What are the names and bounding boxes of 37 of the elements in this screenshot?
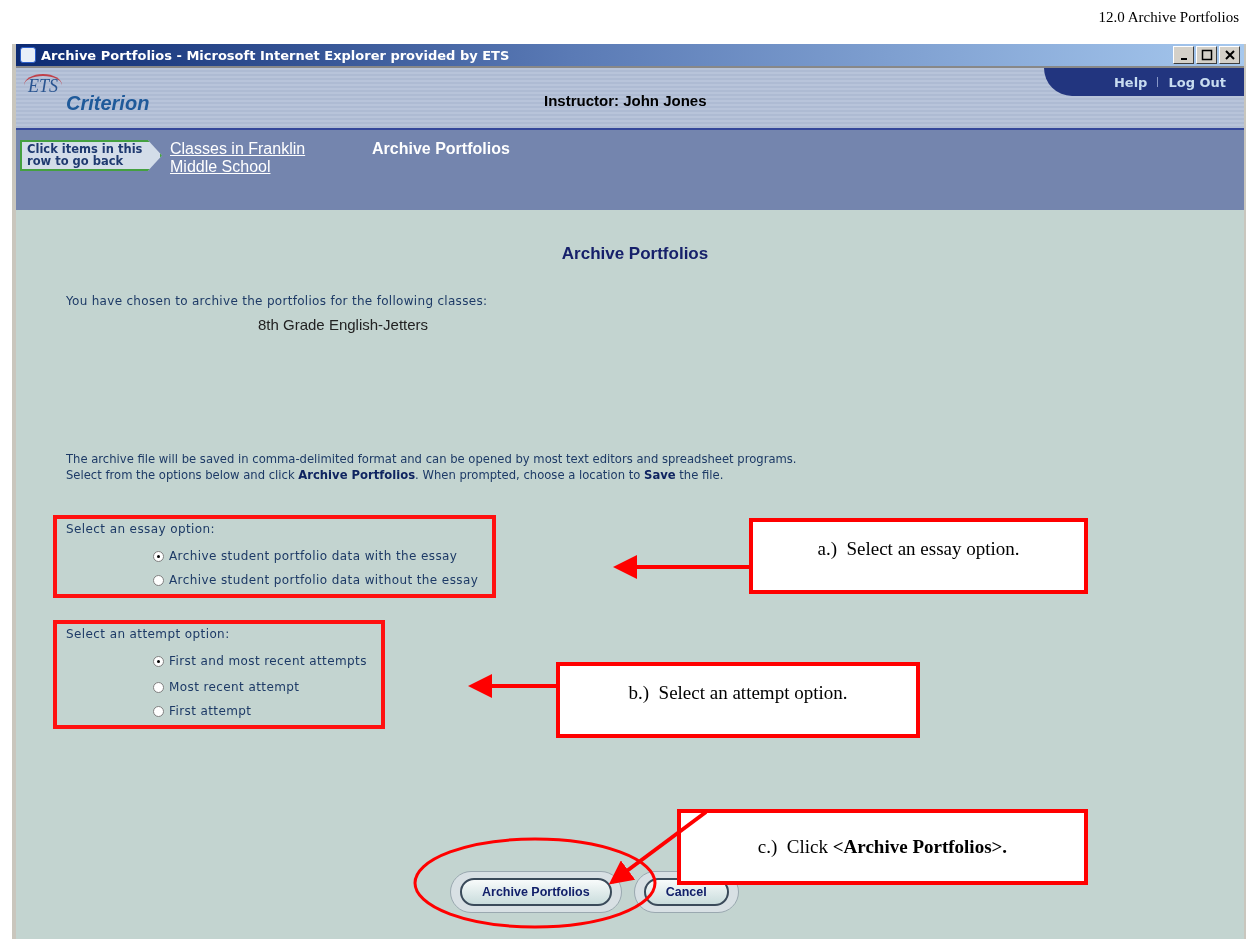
breadcrumb-link[interactable]: Classes in Franklin Middle School (170, 140, 350, 176)
radio-button[interactable] (153, 550, 164, 562)
class-name: 8th Grade English-Jetters (258, 316, 430, 333)
minimize-icon (1180, 58, 1187, 60)
maximize-icon (1200, 49, 1213, 61)
minimize-button[interactable] (1173, 46, 1194, 64)
document-header: 12.0 Archive Portfolios (1098, 9, 1239, 26)
logo-text: Criterion (66, 92, 150, 115)
option-label: Archive student portfolio data with the essay (169, 549, 458, 563)
breadcrumb-current: Archive Portfolios (372, 140, 510, 158)
archive-button[interactable]: Archive Portfolios (460, 878, 612, 906)
radio-button[interactable] (153, 574, 164, 586)
group-label: Select an essay option: (66, 522, 216, 536)
group-label: Select an attempt option: (66, 627, 231, 641)
intro-text: You have chosen to archive the portfolios for the following classes: (66, 294, 489, 308)
window-title: Archive Portfolios - Microsoft Internet Explorer provided by ETS (41, 47, 511, 63)
help-link[interactable]: Help (1113, 74, 1148, 90)
browser-icon (20, 47, 36, 63)
callout-box: a.) Select an essay option. (749, 518, 1088, 594)
page-heading: Archive Portfolios (561, 244, 709, 264)
radio-button[interactable] (153, 681, 164, 693)
close-button[interactable] (1219, 46, 1240, 64)
radio-button[interactable] (153, 705, 164, 717)
callout-box: c.) Click <Archive Portfolios>. (677, 809, 1088, 885)
option-label: Archive student portfolio data without the essay (169, 573, 479, 587)
info-text: Select from the options below and click Archive Portfolios. When prompted, choose a location to Save the file. (66, 467, 725, 483)
logo-mark: ETS (24, 74, 62, 97)
info-text: The archive file will be saved in comma-delimited format and can be opened by most text editors and spreadsheet programs. (66, 451, 798, 467)
option-label: Most recent attempt (169, 680, 300, 694)
callout-box: b.) Select an attempt option. (556, 662, 920, 738)
maximize-button[interactable] (1196, 46, 1217, 64)
option-label: First and most recent attempts (169, 654, 367, 668)
close-icon (1223, 49, 1236, 61)
instructor-label: Instructor: John Jones (544, 92, 707, 109)
radio-button[interactable] (153, 655, 164, 667)
option-label: First attempt (169, 704, 252, 718)
logout-link[interactable]: Log Out (1168, 74, 1226, 90)
